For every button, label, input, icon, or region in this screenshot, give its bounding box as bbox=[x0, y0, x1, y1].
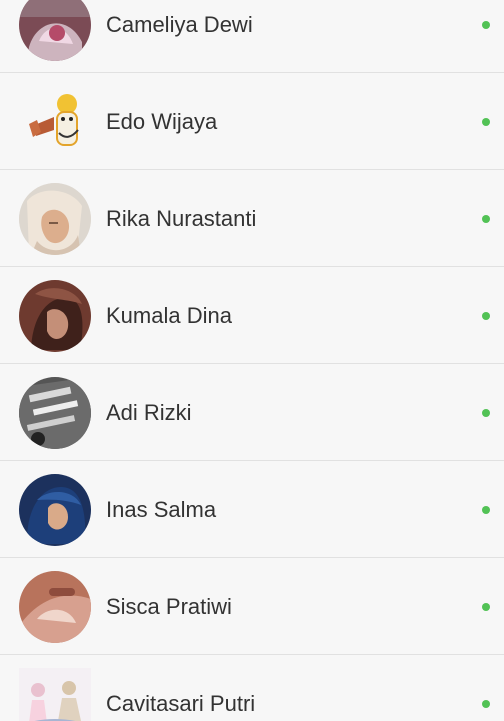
online-status-icon bbox=[482, 700, 490, 708]
contact-name: Adi Rizki bbox=[106, 400, 192, 425]
online-status-icon bbox=[482, 603, 490, 611]
contact-row-inas-salma[interactable]: Inas Salma bbox=[0, 461, 504, 558]
online-status-icon bbox=[482, 506, 490, 514]
text-image-avatar-icon[interactable] bbox=[19, 377, 91, 449]
contact-name: Kumala Dina bbox=[106, 303, 232, 328]
contact-row-rika-nurastanti[interactable]: Rika Nurastanti bbox=[0, 170, 504, 267]
sticker-avatar-icon[interactable] bbox=[19, 668, 91, 721]
contact-row-cameliya-dewi[interactable]: Cameliya Dewi bbox=[0, 0, 504, 73]
online-status-icon bbox=[482, 215, 490, 223]
profile-photo-icon[interactable] bbox=[19, 571, 91, 643]
contact-row-adi-rizki[interactable]: Adi Rizki bbox=[0, 364, 504, 461]
online-status-icon bbox=[482, 118, 490, 126]
contact-name: Cavitasari Putri bbox=[106, 691, 256, 716]
contact-row-sisca-pratiwi[interactable]: Sisca Pratiwi bbox=[0, 558, 504, 655]
profile-photo-icon[interactable] bbox=[19, 183, 91, 255]
contact-row-kumala-dina[interactable]: Kumala Dina bbox=[0, 267, 504, 364]
profile-photo-icon[interactable] bbox=[19, 280, 91, 352]
contact-name: Edo Wijaya bbox=[106, 109, 218, 134]
profile-photo-icon[interactable] bbox=[19, 474, 91, 546]
contact-name: Cameliya Dewi bbox=[106, 12, 253, 37]
contact-row-edo-wijaya[interactable]: Edo Wijaya bbox=[0, 73, 504, 170]
profile-photo-icon[interactable] bbox=[19, 0, 91, 61]
online-status-icon bbox=[482, 409, 490, 417]
contact-name: Sisca Pratiwi bbox=[106, 594, 232, 619]
online-status-icon bbox=[482, 21, 490, 29]
contact-list-screen: Cameliya Dewi Edo Wijaya Rika Nurastanti… bbox=[0, 0, 504, 721]
cartoon-avatar-icon[interactable] bbox=[19, 86, 91, 158]
contact-list: Cameliya Dewi Edo Wijaya Rika Nurastanti… bbox=[0, 0, 504, 721]
contact-name: Inas Salma bbox=[106, 497, 217, 522]
online-status-icon bbox=[482, 312, 490, 320]
contact-name: Rika Nurastanti bbox=[106, 206, 257, 231]
contact-row-cavitasari-putri[interactable]: Cavitasari Putri bbox=[0, 655, 504, 721]
